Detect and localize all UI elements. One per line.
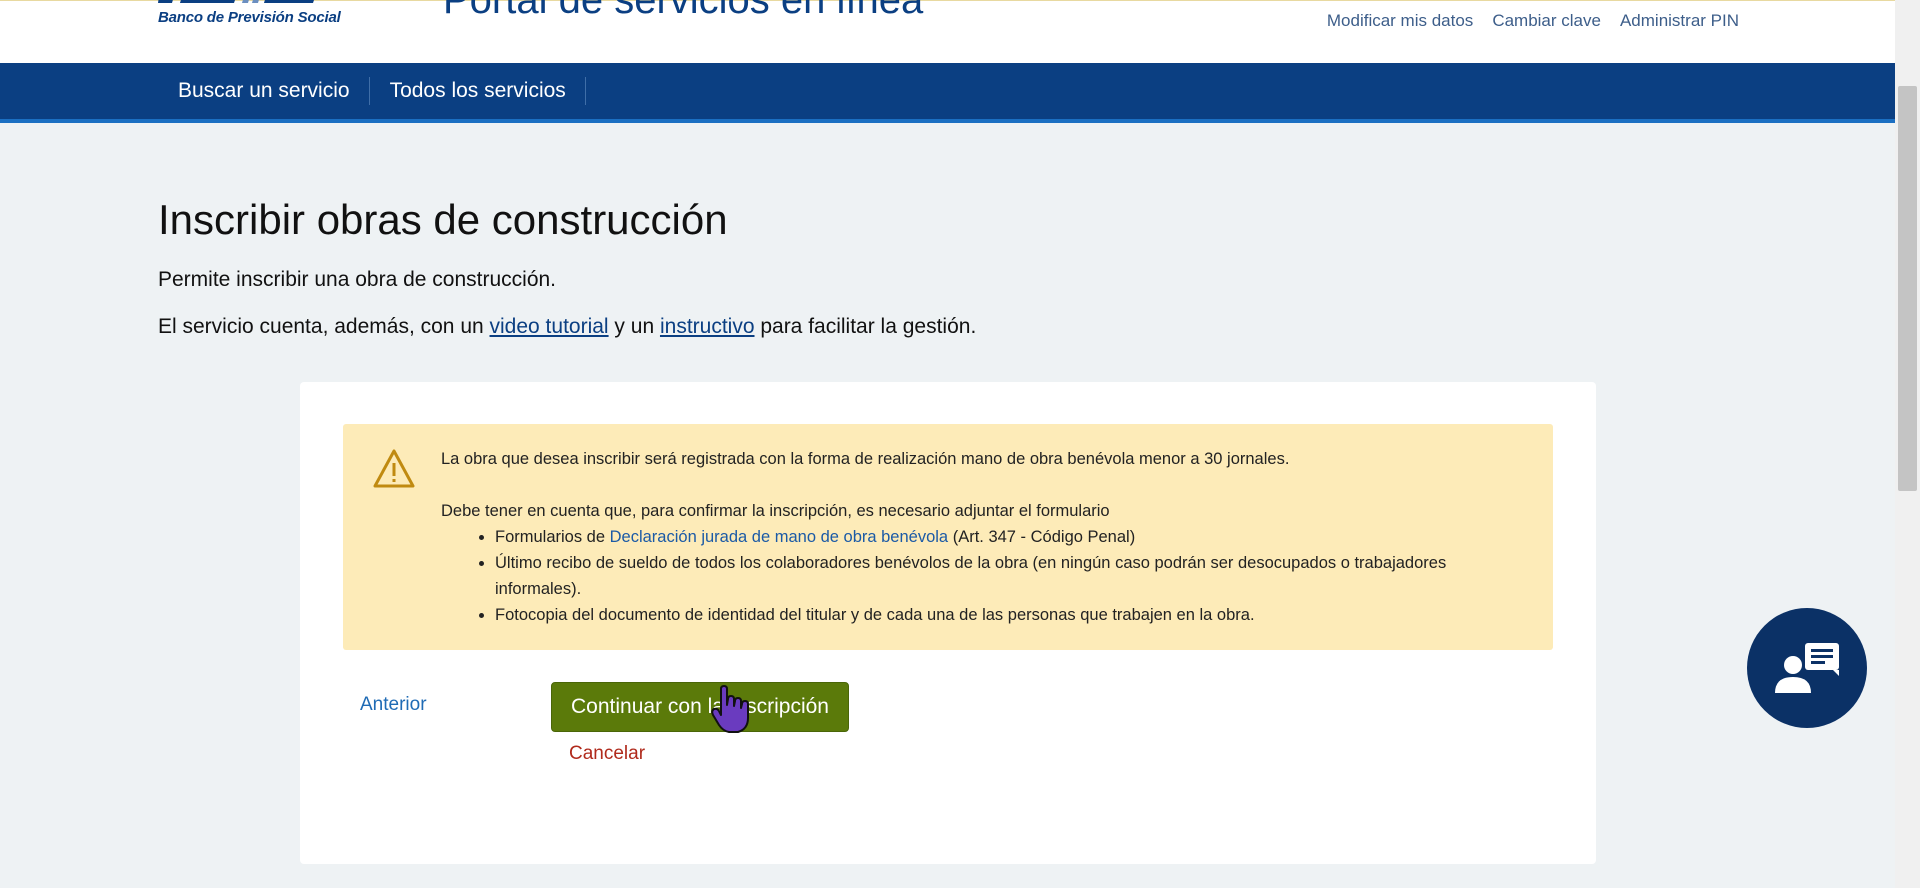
warning-line2: Debe tener en cuenta que, para confirmar… bbox=[441, 502, 1110, 520]
user-links: Modificar mis datos Cambiar clave Admini… bbox=[1327, 11, 1739, 31]
warning-box: La obra que desea inscribir será registr… bbox=[343, 424, 1553, 650]
previous-button[interactable]: Anterior bbox=[360, 694, 427, 716]
tutorial-suffix: para facilitar la gestión. bbox=[754, 315, 977, 338]
required-documents-list: Formularios de Declaración jurada de man… bbox=[468, 524, 1531, 628]
logo-text: Banco de Previsión Social bbox=[158, 9, 341, 26]
warning-icon bbox=[373, 449, 415, 488]
item1-prefix: Formularios de bbox=[495, 528, 610, 546]
manage-pin-link[interactable]: Administrar PIN bbox=[1620, 11, 1739, 31]
page-description: Permite inscribir una obra de construcci… bbox=[158, 268, 557, 291]
cancel-button[interactable]: Cancelar bbox=[569, 743, 645, 765]
warning-text: La obra que desea inscribir será registr… bbox=[441, 446, 1531, 628]
list-item: Fotocopia del documento de identidad del… bbox=[495, 602, 1531, 628]
chat-support-button[interactable] bbox=[1747, 608, 1867, 728]
scrollbar-thumb[interactable] bbox=[1898, 86, 1917, 491]
nav-item-search-service[interactable]: Buscar un servicio bbox=[158, 63, 370, 119]
page-title: Inscribir obras de construcción bbox=[158, 196, 728, 243]
nav-item-all-services[interactable]: Todos los servicios bbox=[370, 63, 587, 119]
bps-logo[interactable]: Banco de Previsión Social bbox=[158, 0, 341, 39]
top-header: Banco de Previsión Social Portal de serv… bbox=[0, 0, 1895, 63]
list-item: Último recibo de sueldo de todos los col… bbox=[495, 550, 1531, 602]
modify-data-link[interactable]: Modificar mis datos bbox=[1327, 11, 1473, 31]
portal-title: Portal de servicios en línea bbox=[443, 0, 924, 22]
hand-cursor-icon bbox=[711, 685, 749, 733]
vertical-scrollbar[interactable] bbox=[1895, 0, 1920, 888]
form-card: La obra que desea inscribir será registr… bbox=[300, 382, 1596, 864]
main-nav: Buscar un servicio Todos los servicios bbox=[0, 63, 1895, 123]
list-item: Formularios de Declaración jurada de man… bbox=[495, 524, 1531, 550]
change-password-link[interactable]: Cambiar clave bbox=[1492, 11, 1601, 31]
instructivo-link[interactable]: instructivo bbox=[660, 315, 755, 338]
chat-support-icon bbox=[1775, 643, 1839, 693]
video-tutorial-link[interactable]: video tutorial bbox=[490, 315, 609, 338]
tutorial-middle: y un bbox=[608, 315, 660, 338]
declaration-form-link[interactable]: Declaración jurada de mano de obra benév… bbox=[610, 528, 948, 546]
item1-suffix: (Art. 347 - Código Penal) bbox=[948, 528, 1136, 546]
continue-button[interactable]: Continuar con la inscripción bbox=[551, 682, 849, 732]
tutorial-prefix: El servicio cuenta, además, con un bbox=[158, 315, 490, 338]
warning-line1: La obra que desea inscribir será registr… bbox=[441, 450, 1290, 468]
tutorial-text: El servicio cuenta, además, con un video… bbox=[158, 315, 976, 339]
